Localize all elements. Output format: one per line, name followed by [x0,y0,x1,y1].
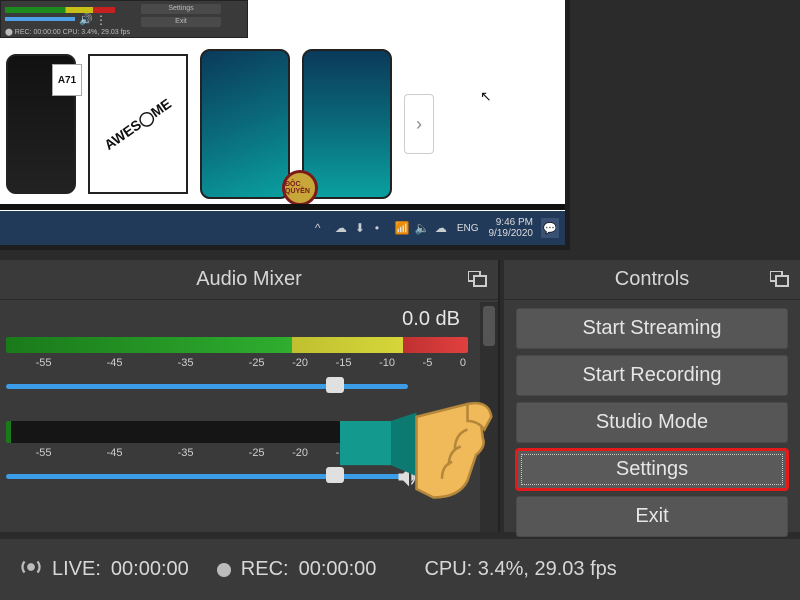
live-indicator-icon [20,556,42,584]
tray-clock: 9:46 PM 9/19/2020 [487,217,536,239]
cpu-usage: CPU: 3.4%, 29.03 fps [424,558,616,581]
mini-obs-window: 🔊 ⋮ Settings Exit ⬤ REC: 00:00:00 CPU: 3… [0,0,248,38]
rec-label: REC: [241,558,289,581]
vu-meter [6,337,468,353]
preview-region: 🔊 ⋮ Settings Exit ⬤ REC: 00:00:00 CPU: 3… [0,0,570,250]
display-capture-preview: 🔊 ⋮ Settings Exit ⬤ REC: 00:00:00 CPU: 3… [0,0,565,245]
download-icon: ⬇ [355,221,369,235]
cursor-icon: ↖ [480,88,492,105]
exit-button[interactable]: Exit [516,496,788,537]
tray-up-icon: ^ [315,221,329,235]
wifi-icon: 📶 [395,221,409,235]
status-bar: LIVE: 00:00:00 REC: 00:00:00 CPU: 3.4%, … [0,538,800,600]
mini-settings-button: Settings [141,4,221,14]
volume-slider[interactable] [6,384,408,389]
awesome-text: AWES◯ME [101,95,175,154]
onedrive-icon: ☁ [435,221,449,235]
volume-slider[interactable] [6,474,408,479]
notification-icon: 💬 [541,218,559,238]
phone-image [302,49,392,199]
audio-mixer-title: Audio Mixer [196,268,302,291]
cloud-icon: ☁ [335,221,349,235]
controls-panel: Controls Start Streaming Start Recording… [504,260,800,532]
kebab-icon: ⋮ [95,13,107,27]
vu-meter [6,421,468,443]
start-recording-button[interactable]: Start Recording [516,355,788,396]
exclusive-stamp: ĐỘC QUYỀN [282,170,318,206]
mini-exit-button: Exit [141,17,221,27]
speaker-icon[interactable] [394,463,424,496]
mini-status-text: ⬤ REC: 00:00:00 CPU: 3.4%, 29.03 fps [5,28,130,36]
phone-image: A71 [6,54,76,194]
volume-slider-thumb[interactable] [326,377,344,393]
tray-language: ENG [455,223,481,234]
vu-ticks: -55-45-35-25-20-15-10-50 [8,357,466,369]
db-readout: 0.0 dB [6,308,468,331]
windows-taskbar: ^ ☁ ⬇ • 📶 🔈 ☁ ENG 9:46 PM 9/19/2020 💬 [0,211,565,245]
controls-title: Controls [615,268,689,291]
tray-time: 9:46 PM [489,217,534,228]
a71-badge: A71 [52,64,82,96]
gear-icon[interactable] [438,463,468,496]
audio-channel-1: -55-45-35-25-20-15-10-50 [6,337,468,393]
volume-slider-thumb[interactable] [326,467,344,483]
audio-mixer-panel: Audio Mixer 0.0 dB -55-45-35-25-20-15-10… [0,260,500,532]
rec-time: 00:00:00 [299,558,377,581]
vu-ticks: -55-45-35-25-20-15-10-50 [8,447,466,459]
rec-indicator-icon [217,563,231,577]
bullet-icon: • [375,221,389,235]
settings-button[interactable]: Settings [516,449,788,490]
speaker-icon: 🔊 [79,13,91,25]
volume-icon: 🔈 [415,221,429,235]
popout-icon[interactable] [468,270,488,286]
start-streaming-button[interactable]: Start Streaming [516,308,788,349]
phone-box-image: AWES◯ME [88,54,188,194]
live-time: 00:00:00 [111,558,189,581]
popout-icon[interactable] [770,270,790,286]
tray-date: 9/19/2020 [489,228,534,239]
phone-image [200,49,290,199]
carousel-next-button: › [404,94,434,154]
live-label: LIVE: [52,558,101,581]
studio-mode-button[interactable]: Studio Mode [516,402,788,443]
audio-channel-2: -55-45-35-25-20-15-10-50 [6,421,468,483]
